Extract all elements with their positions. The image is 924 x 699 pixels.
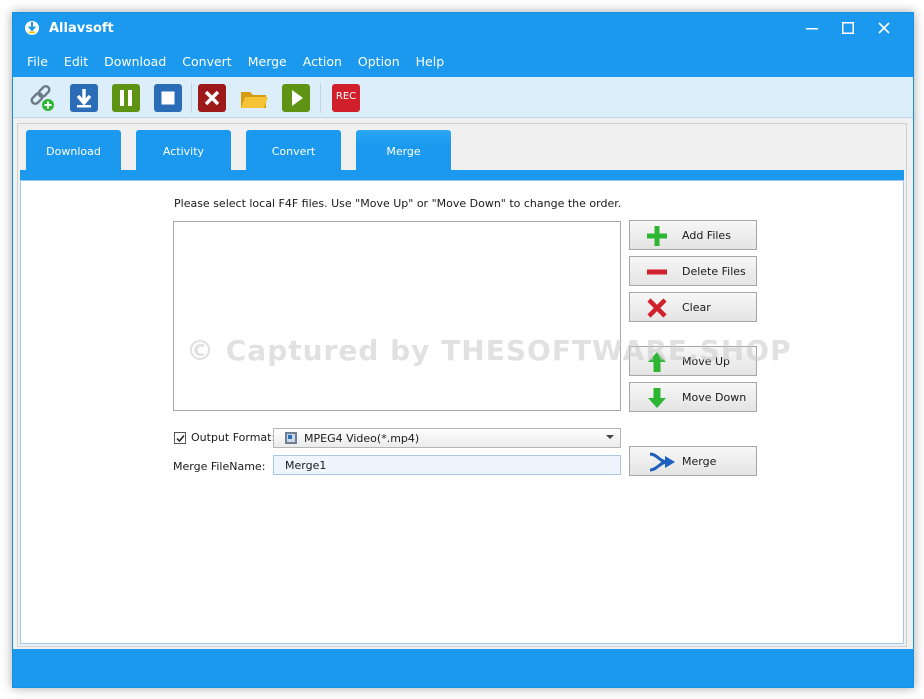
status-bar <box>13 649 913 687</box>
add-files-label: Add Files <box>682 229 731 242</box>
move-up-label: Move Up <box>682 355 731 368</box>
title-bar: Allavsoft <box>13 13 913 45</box>
tab-convert[interactable]: Convert <box>246 130 341 172</box>
merge-filename-label: Merge FileName: <box>173 460 266 473</box>
merge-panel: Please select local F4F files. Use "Move… <box>20 180 904 644</box>
maximize-button[interactable] <box>831 13 865 43</box>
merge-filename-input[interactable]: Merge1 <box>273 455 621 475</box>
menu-action[interactable]: Action <box>295 54 350 69</box>
arrow-up-icon <box>648 352 666 372</box>
minus-icon <box>647 269 667 275</box>
add-files-button[interactable]: Add Files <box>629 220 757 250</box>
minimize-button[interactable] <box>795 13 829 43</box>
cancel-icon <box>198 84 226 112</box>
pause-button[interactable] <box>111 83 141 113</box>
plus-icon <box>647 226 667 246</box>
clear-button[interactable]: Clear <box>629 292 757 322</box>
clear-x-icon <box>647 298 667 318</box>
output-format-checkbox[interactable] <box>174 432 186 444</box>
add-url-button[interactable] <box>27 83 57 113</box>
output-format-value: MPEG4 Video(*.mp4) <box>304 432 420 445</box>
tab-download[interactable]: Download <box>26 130 121 172</box>
tab-strip <box>20 170 904 180</box>
app-logo-icon <box>25 21 39 35</box>
menu-merge[interactable]: Merge <box>240 54 295 69</box>
merge-instruction: Please select local F4F files. Use "Move… <box>174 197 622 210</box>
app-window: Allavsoft File Edit Download Convert Mer… <box>12 12 914 688</box>
merge-file-list[interactable] <box>173 221 621 411</box>
close-button[interactable] <box>867 13 901 43</box>
play-button[interactable] <box>281 83 311 113</box>
clear-label: Clear <box>682 301 711 314</box>
open-folder-button[interactable] <box>239 83 269 113</box>
arrow-down-icon <box>648 388 666 408</box>
delete-files-label: Delete Files <box>682 265 746 278</box>
record-button[interactable]: REC <box>331 83 361 113</box>
window-title: Allavsoft <box>49 21 114 36</box>
output-format-label: Output Format: <box>191 431 276 444</box>
menu-edit[interactable]: Edit <box>56 54 96 69</box>
move-down-button[interactable]: Move Down <box>629 382 757 412</box>
menu-bar: File Edit Download Convert Merge Action … <box>13 45 913 77</box>
toolbar: REC <box>13 77 913 118</box>
stop-button[interactable] <box>153 83 183 113</box>
tab-activity[interactable]: Activity <box>136 130 231 172</box>
merge-button[interactable]: Merge <box>629 446 757 476</box>
delete-files-button[interactable]: Delete Files <box>629 256 757 286</box>
menu-file[interactable]: File <box>19 54 56 69</box>
play-icon <box>282 84 310 112</box>
open-folder-icon <box>241 92 268 108</box>
move-down-label: Move Down <box>682 391 747 404</box>
record-label: REC <box>335 91 357 102</box>
menu-option[interactable]: Option <box>350 54 408 69</box>
dropdown-arrow-icon <box>606 435 614 439</box>
menu-convert[interactable]: Convert <box>174 54 239 69</box>
move-up-button[interactable]: Move Up <box>629 346 757 376</box>
video-file-icon <box>285 432 297 444</box>
menu-help[interactable]: Help <box>408 54 453 69</box>
download-icon <box>70 84 98 112</box>
merge-label: Merge <box>682 455 717 468</box>
stop-icon <box>154 84 182 112</box>
pause-icon <box>112 84 140 112</box>
download-button[interactable] <box>69 83 99 113</box>
menu-download[interactable]: Download <box>96 54 174 69</box>
main-content: Download Activity Convert Merge Please s… <box>17 123 907 647</box>
tab-merge[interactable]: Merge <box>356 130 451 172</box>
output-format-select[interactable]: MPEG4 Video(*.mp4) <box>273 428 621 448</box>
cancel-button[interactable] <box>197 83 227 113</box>
merge-arrow-icon <box>649 452 675 472</box>
add-url-icon <box>30 85 54 111</box>
checkmark-icon <box>175 434 185 442</box>
